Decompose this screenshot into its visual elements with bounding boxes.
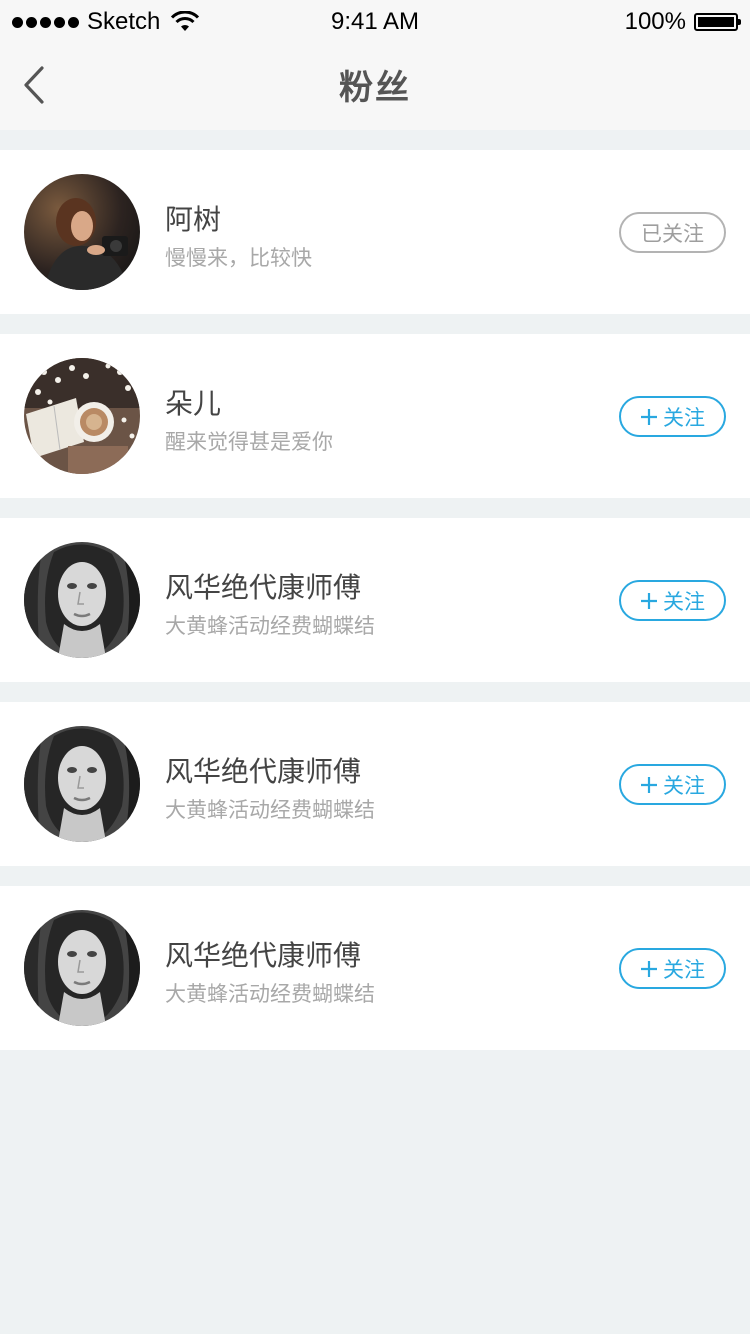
fan-name: 阿树 (165, 203, 222, 236)
battery-percent: 100% (624, 8, 686, 35)
status-right: 100% (624, 8, 741, 36)
woman-portrait-bw-photo-icon (24, 726, 140, 842)
woman-portrait-bw-photo-icon (24, 910, 140, 1026)
header-background: Sketch 9:41 AM 100% 粉丝 (0, 0, 750, 130)
follow-button[interactable]: 关注 (619, 764, 726, 805)
fan-bio: 大黄蜂活动经费蝴蝶结 (165, 614, 375, 638)
fan-name: 朵儿 (165, 387, 222, 420)
plus-icon (641, 408, 657, 425)
button-label: 关注 (663, 957, 705, 982)
follow-button[interactable]: 关注 (619, 396, 726, 437)
avatar[interactable] (24, 174, 140, 290)
button-label: 已关注 (641, 221, 704, 246)
avatar[interactable] (24, 910, 140, 1026)
plus-icon (641, 776, 657, 793)
status-bar: Sketch 9:41 AM 100% (0, 0, 750, 44)
fan-name: 风华绝代康师傅 (165, 939, 362, 972)
fan-bio: 慢慢来，比较快 (165, 246, 312, 270)
fan-name: 风华绝代康师傅 (165, 755, 362, 788)
nav-bar: 粉丝 (0, 44, 750, 130)
followed-button[interactable]: 已关注 (619, 212, 726, 253)
battery-icon (694, 13, 741, 31)
fan-bio: 大黄蜂活动经费蝴蝶结 (165, 982, 375, 1006)
list-item[interactable]: 风华绝代康师傅 大黄蜂活动经费蝴蝶结 关注 (0, 702, 750, 866)
woman-portrait-bw-photo-icon (24, 542, 140, 658)
button-label: 关注 (663, 589, 705, 614)
fan-bio: 大黄蜂活动经费蝴蝶结 (165, 798, 375, 822)
list-item[interactable]: 风华绝代康师傅 大黄蜂活动经费蝴蝶结 关注 (0, 886, 750, 1050)
coffee-flowers-photo-icon (24, 358, 140, 474)
fan-bio: 醒来觉得甚是爱你 (165, 430, 333, 454)
fan-name: 风华绝代康师傅 (165, 571, 362, 604)
button-label: 关注 (663, 773, 705, 798)
list-item[interactable]: 朵儿 醒来觉得甚是爱你 关注 (0, 334, 750, 498)
avatar[interactable] (24, 726, 140, 842)
plus-icon (641, 592, 657, 609)
follow-button[interactable]: 关注 (619, 948, 726, 989)
button-label: 关注 (663, 405, 705, 430)
avatar[interactable] (24, 358, 140, 474)
list-item[interactable]: 风华绝代康师傅 大黄蜂活动经费蝴蝶结 关注 (0, 518, 750, 682)
follow-button[interactable]: 关注 (619, 580, 726, 621)
list-item[interactable]: 阿树 慢慢来，比较快 已关注 (0, 150, 750, 314)
woman-camera-photo-icon (24, 174, 140, 290)
page-title: 粉丝 (339, 68, 411, 108)
avatar[interactable] (24, 542, 140, 658)
fans-list: 阿树 慢慢来，比较快 已关注 朵儿 醒来觉得甚是爱你 关注 风华绝代康师傅 大黄… (0, 150, 750, 1070)
plus-icon (641, 960, 657, 977)
